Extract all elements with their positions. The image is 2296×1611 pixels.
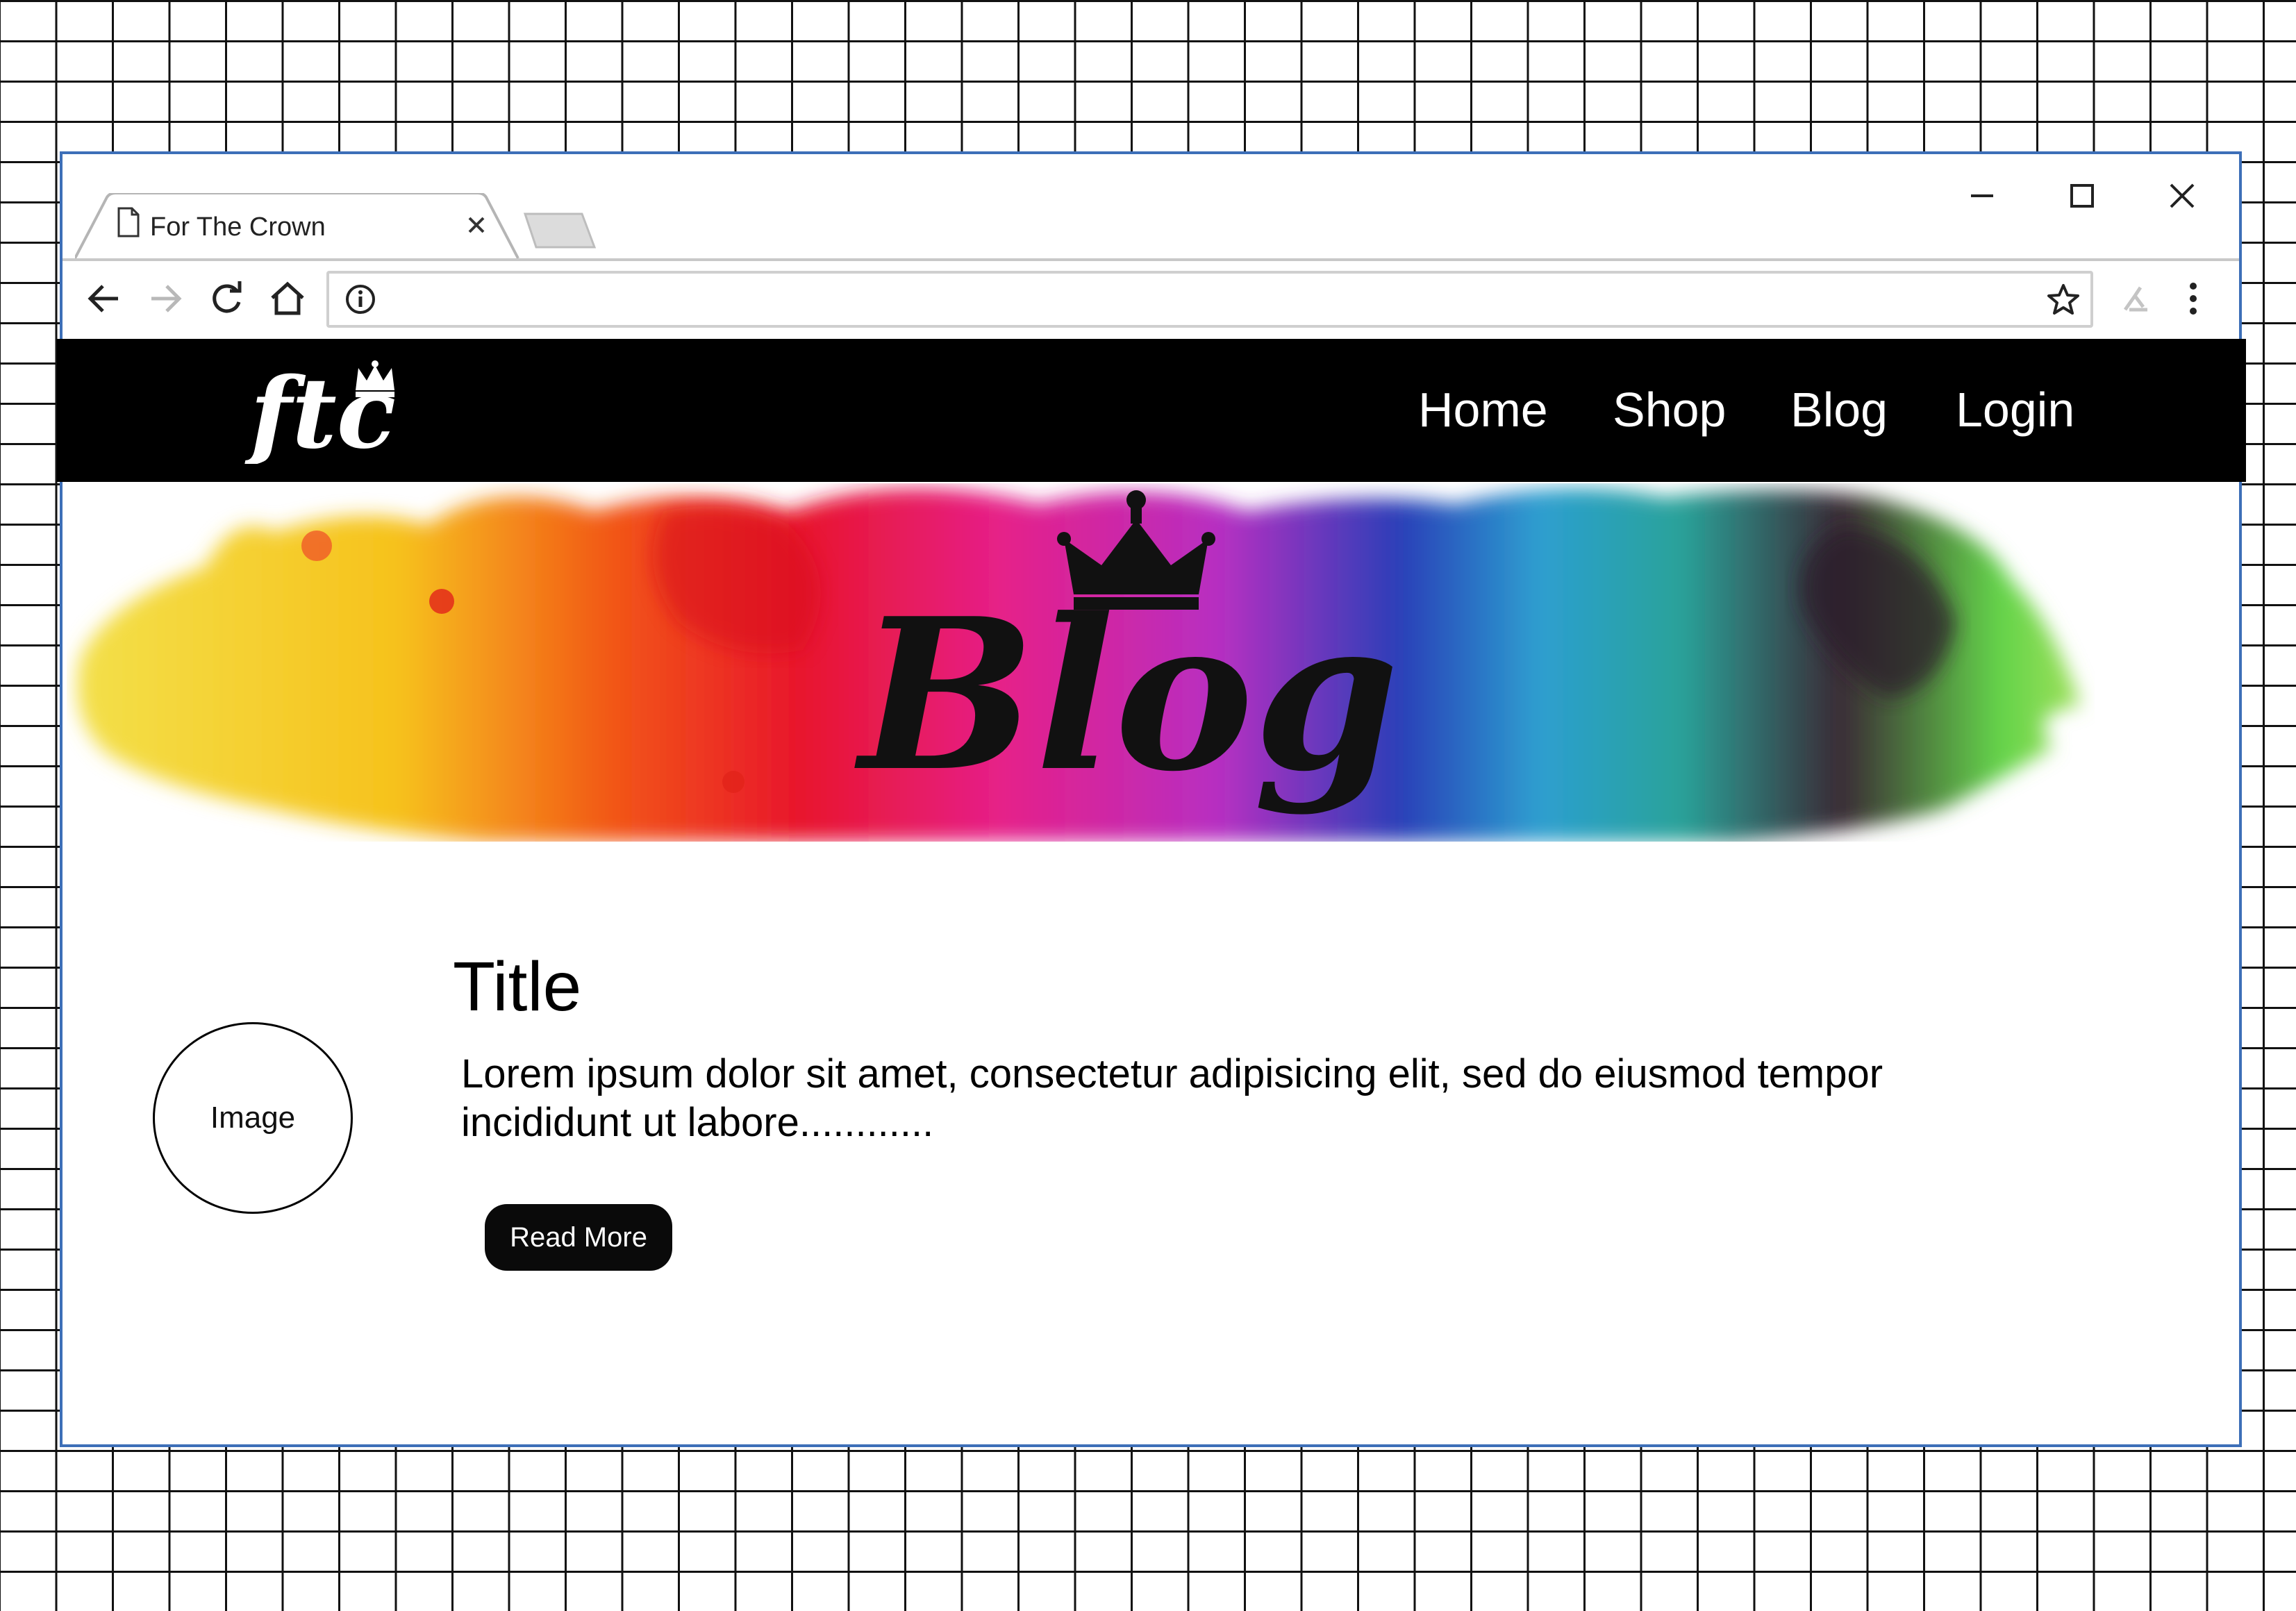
doc-icon [117, 207, 140, 241]
hero-title: Blog [853, 572, 1399, 817]
nav-link-blog[interactable]: Blog [1790, 382, 1888, 437]
close-icon[interactable] [460, 208, 493, 242]
site-navbar: ftc Home Shop Blog Login [57, 339, 2246, 482]
address-bar[interactable] [326, 271, 2093, 328]
nav-link-home[interactable]: Home [1418, 382, 1548, 437]
watercolor-splash: Blog [77, 488, 2081, 842]
window-close-icon[interactable] [2153, 167, 2211, 225]
star-icon[interactable] [2043, 279, 2083, 319]
nav-link-login[interactable]: Login [1956, 382, 2074, 437]
post-excerpt: Lorem ipsum dolor sit amet, consectetur … [461, 1051, 1883, 1145]
post-image-placeholder: Image [153, 1022, 353, 1214]
back-icon[interactable] [82, 276, 126, 321]
maximize-icon[interactable] [2053, 167, 2111, 225]
home-icon[interactable] [265, 276, 310, 321]
minimize-icon[interactable] [1953, 167, 2011, 225]
window-controls [1953, 167, 2211, 225]
tab-title[interactable]: For The Crown [150, 212, 326, 242]
ftc-logo[interactable]: ftc [244, 360, 425, 464]
tab-bar: For The Crown [63, 154, 2239, 259]
nav-link-shop[interactable]: Shop [1613, 382, 1726, 437]
blog-hero-banner: Blog [67, 483, 2095, 842]
reload-icon[interactable] [204, 276, 249, 321]
url-input[interactable] [390, 282, 1990, 318]
browser-toolbar [63, 258, 2239, 342]
read-more-button[interactable]: Read More [485, 1204, 672, 1271]
forward-icon[interactable] [143, 276, 188, 321]
logo-text: ftc [244, 360, 396, 464]
menu-icon[interactable] [2171, 276, 2215, 321]
new-tab-button[interactable] [522, 211, 597, 253]
extension-icon[interactable] [2114, 276, 2158, 321]
info-icon[interactable] [342, 281, 379, 318]
post-title[interactable]: Title [453, 947, 581, 1027]
